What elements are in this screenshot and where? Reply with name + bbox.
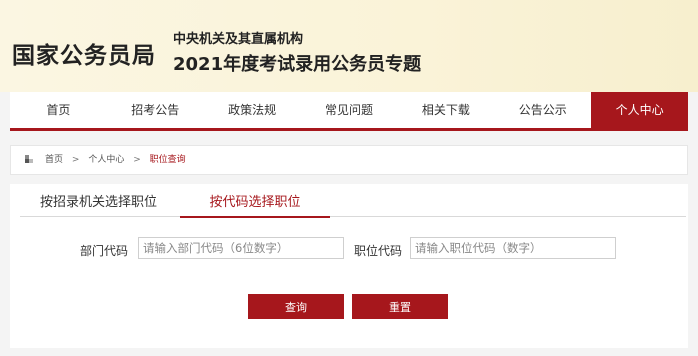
breadcrumb-separator: > [133, 155, 141, 165]
breadcrumb-home[interactable]: 首页 [45, 155, 63, 165]
header-subtitle-title: 2021年度考试录用公务员专题 [173, 54, 422, 75]
nav-item-personal-center[interactable]: 个人中心 [591, 92, 689, 128]
tab-by-agency[interactable]: 按招录机关选择职位 [40, 190, 170, 216]
position-search-panel: 按招录机关选择职位 按代码选择职位 部门代码 职位代码 查询 重置 [10, 184, 688, 348]
breadcrumb: 首页 > 个人中心 > 职位查询 [10, 145, 688, 175]
tab-by-code[interactable]: 按代码选择职位 [180, 190, 330, 218]
nav-item-notices[interactable]: 公告公示 [494, 92, 591, 128]
grid-icon [25, 155, 33, 163]
nav-item-announcements[interactable]: 招考公告 [107, 92, 204, 128]
breadcrumb-personal-center[interactable]: 个人中心 [88, 155, 124, 165]
page-header: 国家公务员局 中央机关及其直属机构 2021年度考试录用公务员专题 [0, 0, 698, 92]
dept-code-label: 部门代码 [80, 244, 129, 258]
query-button[interactable]: 查询 [248, 294, 344, 319]
breadcrumb-separator: > [71, 155, 80, 165]
dept-code-input[interactable] [138, 237, 344, 259]
position-code-label: 职位代码 [354, 244, 403, 258]
header-subtitle-org: 中央机关及其直属机构 [173, 32, 304, 47]
search-mode-tabs: 按招录机关选择职位 按代码选择职位 [20, 190, 686, 218]
position-code-input[interactable] [410, 237, 616, 259]
nav-item-downloads[interactable]: 相关下载 [397, 92, 494, 128]
main-nav: 首页 招考公告 政策法规 常见问题 相关下载 公告公示 个人中心 [10, 92, 689, 131]
nav-item-faq[interactable]: 常见问题 [301, 92, 398, 128]
nav-item-policies[interactable]: 政策法规 [204, 92, 301, 128]
breadcrumb-current: 职位查询 [149, 155, 186, 165]
nav-item-home[interactable]: 首页 [10, 92, 107, 128]
site-logo[interactable]: 国家公务员局 [12, 36, 156, 70]
reset-button[interactable]: 重置 [352, 294, 448, 319]
